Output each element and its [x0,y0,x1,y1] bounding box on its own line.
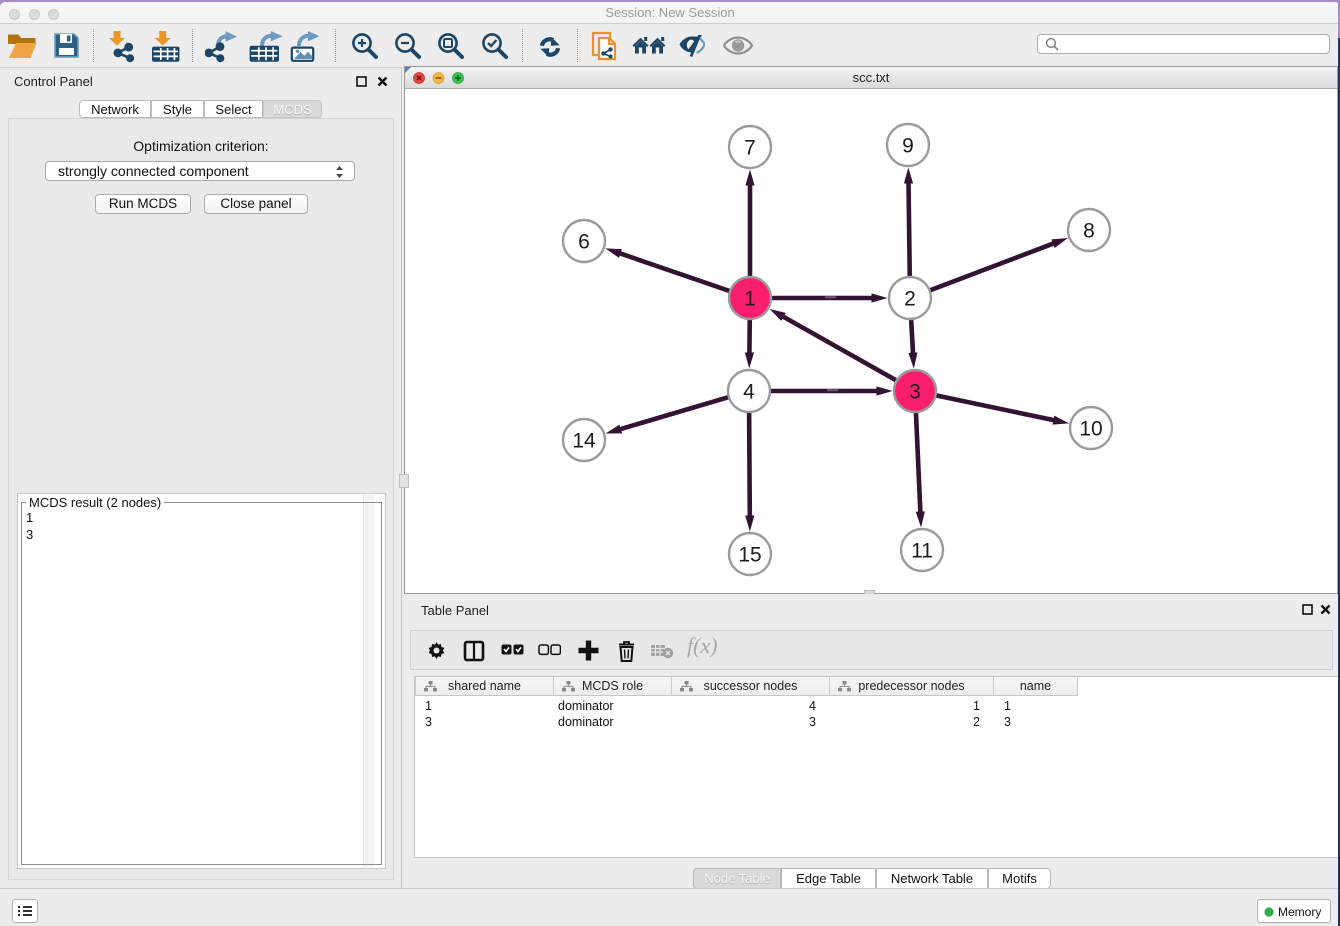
svg-text:1: 1 [744,288,756,311]
svg-text:3: 3 [909,381,921,404]
svg-text:4: 4 [743,381,755,404]
svg-text:2: 2 [904,288,916,311]
svg-text:15: 15 [738,544,761,567]
svg-text:6: 6 [578,231,590,254]
svg-text:7: 7 [744,137,756,160]
svg-text:10: 10 [1079,418,1102,441]
svg-text:11: 11 [911,540,933,563]
svg-text:14: 14 [572,430,596,453]
svg-text:8: 8 [1083,220,1095,243]
svg-text:9: 9 [902,135,914,158]
